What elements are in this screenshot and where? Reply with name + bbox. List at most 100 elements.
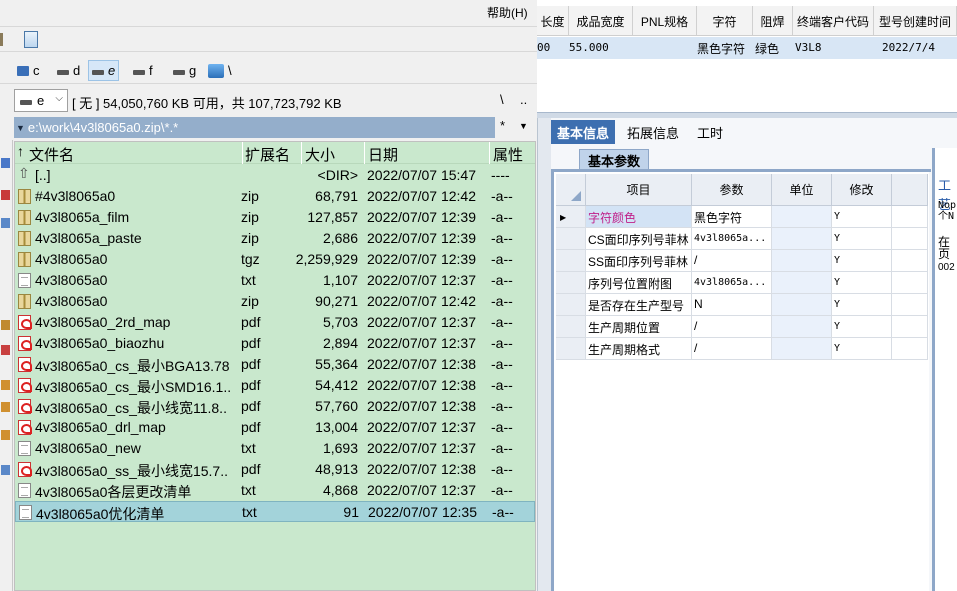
file-attr: -a--: [491, 419, 513, 435]
file-size: 13,004: [315, 419, 358, 435]
row-indicator[interactable]: [556, 272, 586, 294]
file-list[interactable]: ↑ 文件名 扩展名 大小 日期 属性 [..] <DIR> 2022/07/07 1…: [14, 141, 536, 591]
model-column-header[interactable]: 成品宽度: [569, 6, 633, 36]
file-row[interactable]: 4v3l8065a0优化清单 txt 91 2022/07/07 12:35 -a--: [15, 501, 535, 522]
file-row[interactable]: 4v3l8065a_paste zip 2,686 2022/07/07 12:39-…: [15, 228, 535, 249]
file-size: 1,693: [322, 440, 358, 456]
parent-dir-button[interactable]: ..: [520, 92, 527, 107]
grid-column-header[interactable]: 参数: [692, 174, 772, 206]
tab-work-hours[interactable]: 工时: [691, 120, 729, 144]
row-indicator[interactable]: [556, 338, 586, 360]
column-header-ext[interactable]: 扩展名: [245, 144, 290, 165]
toolbar-edge-icon[interactable]: [0, 33, 3, 46]
grid-param[interactable]: 4v3l8065a...: [692, 272, 772, 294]
strip-icon-7[interactable]: [1, 402, 10, 412]
tab-extended-info[interactable]: 拓展信息: [621, 120, 685, 144]
file-name: 4v3l8065a0_ss_最小线宽15.7..: [35, 463, 228, 479]
grid-row[interactable]: 是否存在生产型号 N Y: [556, 294, 928, 316]
menu-help[interactable]: 帮助(H): [487, 4, 528, 21]
file-row[interactable]: 4v3l8065a0_cs_最小线宽11.8.. pdf 57,760 2022/07…: [15, 396, 535, 417]
drive-button-f[interactable]: f: [130, 60, 156, 81]
strip-icon-5[interactable]: [1, 345, 10, 355]
file-name: 4v3l8065a0_cs_最小线宽11.8..: [35, 400, 227, 416]
path-bar[interactable]: ▼ e:\work\4v3l8065a0.zip\*.*: [14, 117, 495, 138]
grid-row[interactable]: CS面印序列号菲林 4v3l8065a... Y: [556, 228, 928, 250]
grid-column-header[interactable]: 项目: [586, 174, 692, 206]
drive-button-d[interactable]: d: [54, 60, 83, 81]
column-header-name[interactable]: 文件名: [29, 144, 74, 165]
grid-param[interactable]: /: [692, 338, 772, 360]
model-column-header[interactable]: 型号创建时间: [874, 6, 957, 36]
grid-row[interactable]: ▶ 字符颜色 黑色字符 Y: [556, 206, 928, 228]
column-header-date[interactable]: 日期: [368, 144, 398, 165]
model-column-header[interactable]: 字符: [697, 6, 753, 36]
file-row[interactable]: 4v3l8065a0 txt 1,107 2022/07/07 12:37 -a--: [15, 270, 535, 291]
hard-drive-icon: [92, 70, 104, 75]
strip-icon-2[interactable]: [1, 190, 10, 200]
file-date: 2022/07/07 12:37: [367, 335, 476, 351]
grid-column-header[interactable]: 单位: [772, 174, 832, 206]
row-indicator[interactable]: [556, 316, 586, 338]
drive-bar: c d e f g \: [0, 56, 537, 84]
filter-dropdown-icon[interactable]: ▼: [519, 121, 528, 131]
drive-label: \: [228, 63, 232, 78]
tab-basic-params[interactable]: 基本参数: [579, 149, 649, 169]
file-row[interactable]: 4v3l8065a0_drl_map pdf 13,004 2022/07/07 12…: [15, 417, 535, 438]
grid-unit: [772, 316, 832, 338]
file-row[interactable]: 4v3l8065a0 tgz 2,259,929 2022/07/07 12:39 -a…: [15, 249, 535, 270]
drive-select[interactable]: e ⌵: [14, 89, 68, 112]
root-dir-button[interactable]: \: [500, 92, 504, 107]
drive-button-g[interactable]: g: [170, 60, 199, 81]
row-indicator[interactable]: [556, 294, 586, 316]
file-row[interactable]: 4v3l8065a0_cs_最小BGA13.78 pdf 55,364 2022/07…: [15, 354, 535, 375]
column-header-size[interactable]: 大小: [305, 144, 335, 165]
grid-param[interactable]: /: [692, 316, 772, 338]
strip-icon-6[interactable]: [1, 380, 10, 390]
column-header-attr[interactable]: 属性: [493, 144, 523, 165]
grid-row[interactable]: 生产周期格式 / Y: [556, 338, 928, 360]
history-dropdown-icon[interactable]: ▼: [16, 123, 25, 133]
model-column-header[interactable]: PNL规格: [633, 6, 697, 36]
model-column-header[interactable]: 阻焊: [753, 6, 793, 36]
row-indicator[interactable]: [556, 250, 586, 272]
grid-param[interactable]: 黑色字符: [692, 206, 772, 228]
file-row[interactable]: 4v3l8065a0_2rd_map pdf 5,703 2022/07/07 12:…: [15, 312, 535, 333]
file-row[interactable]: [..] <DIR> 2022/07/07 15:47 ----: [15, 165, 535, 186]
file-row[interactable]: 4v3l8065a0_ss_最小线宽15.7.. pdf 48,913 2022/07…: [15, 459, 535, 480]
file-row[interactable]: 4v3l8065a0_biaozhu pdf 2,894 2022/07/07 12:…: [15, 333, 535, 354]
strip-icon-9[interactable]: [1, 465, 10, 475]
grid-param[interactable]: /: [692, 250, 772, 272]
grid-edit: Y: [832, 272, 892, 294]
grid-param[interactable]: 4v3l8065a...: [692, 228, 772, 250]
hard-drive-icon: [57, 70, 69, 75]
strip-icon-8[interactable]: [1, 430, 10, 440]
file-row[interactable]: 4v3l8065a0 zip 90,271 2022/07/07 12:42 -a--: [15, 291, 535, 312]
file-date: 2022/07/07 12:37: [367, 419, 476, 435]
strip-icon-1[interactable]: [1, 158, 10, 168]
grid-row[interactable]: SS面印序列号菲林 / Y: [556, 250, 928, 272]
drive-button-c[interactable]: c: [14, 60, 43, 81]
row-indicator[interactable]: [556, 228, 586, 250]
filter-button[interactable]: *: [500, 118, 505, 133]
zip-file-icon: [18, 252, 31, 267]
row-indicator[interactable]: ▶: [556, 206, 586, 228]
file-row[interactable]: 4v3l8065a_film zip 127,857 2022/07/07 12:39…: [15, 207, 535, 228]
file-attr: -a--: [491, 356, 513, 372]
file-name: 4v3l8065a0优化清单: [36, 506, 165, 522]
strip-icon-4[interactable]: [1, 320, 10, 330]
drive-button-e[interactable]: e: [88, 60, 120, 81]
strip-icon-3[interactable]: [1, 218, 10, 228]
file-row[interactable]: #4v3l8065a0 zip 68,791 2022/07/07 12:42 -a--: [15, 186, 535, 207]
grid-column-header[interactable]: 修改: [832, 174, 892, 206]
file-row[interactable]: 4v3l8065a0_cs_最小SMD16.1.. pdf 54,412 2022/0…: [15, 375, 535, 396]
file-row[interactable]: 4v3l8065a0_new txt 1,693 2022/07/07 12:37 -a…: [15, 438, 535, 459]
model-column-header[interactable]: 终端客户代码: [793, 6, 874, 36]
grid-param[interactable]: N: [692, 294, 772, 316]
drive-button-network[interactable]: \: [205, 60, 235, 81]
tab-basic-info[interactable]: 基本信息: [551, 120, 616, 144]
grid-row[interactable]: 序列号位置附图 4v3l8065a... Y: [556, 272, 928, 294]
notepad-icon[interactable]: [24, 31, 38, 48]
model-column-header[interactable]: 长度: [537, 6, 569, 36]
grid-row[interactable]: 生产周期位置 / Y: [556, 316, 928, 338]
file-row[interactable]: 4v3l8065a0各层更改清单 txt 4,868 2022/07/07 12:37…: [15, 480, 535, 501]
